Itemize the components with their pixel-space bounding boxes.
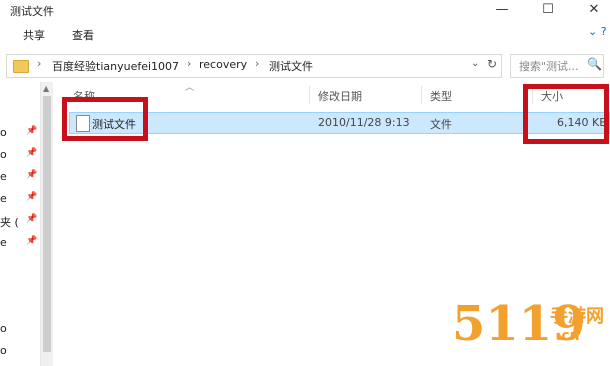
breadcrumb-current[interactable]: 测试文件	[269, 58, 313, 74]
pin-icon: 📌	[26, 214, 38, 224]
nav-item[interactable]: e	[0, 170, 7, 183]
address-row: › 百度经验tianyuefei1007 › recovery › 测试文件 ⌄…	[0, 48, 610, 83]
refresh-icon[interactable]: ↻	[487, 57, 497, 71]
search-placeholder: 搜索"测试...	[519, 60, 579, 73]
breadcrumb-baidu[interactable]: 百度经验tianyuefei1007	[52, 58, 179, 74]
search-icon[interactable]: 🔍	[587, 57, 602, 71]
watermark-text: 手游网	[550, 306, 604, 327]
scroll-thumb[interactable]	[43, 96, 51, 352]
tab-share[interactable]: 共享	[23, 27, 45, 43]
column-header-date[interactable]: 修改日期	[318, 88, 362, 104]
minimize-button[interactable]: —	[480, 0, 524, 22]
breadcrumb-separator[interactable]: ›	[255, 57, 259, 70]
address-bar[interactable]: › 百度经验tianyuefei1007 › recovery › 测试文件 ⌄…	[6, 54, 502, 78]
folder-icon	[13, 60, 29, 73]
file-type: 文件	[430, 118, 452, 131]
breadcrumb-separator[interactable]: ›	[37, 57, 41, 70]
pin-icon: 📌	[26, 236, 38, 246]
close-button[interactable]: ✕	[572, 0, 610, 22]
column-divider[interactable]	[309, 86, 310, 104]
title-bar: 测试文件 — ☐ ✕	[0, 0, 610, 22]
pin-icon: 📌	[26, 170, 38, 180]
nav-item[interactable]: o	[0, 148, 7, 161]
ribbon-expand-help-icon[interactable]: ⌄ ?	[588, 25, 607, 38]
watermark-domain: .cn	[556, 328, 580, 344]
nav-scrollbar[interactable]: ▲	[40, 82, 53, 366]
nav-item[interactable]: o	[0, 344, 7, 357]
annotation-box-name	[62, 97, 148, 141]
window-title: 测试文件	[10, 5, 54, 18]
column-header-type[interactable]: 类型	[430, 88, 452, 104]
nav-item[interactable]: o	[0, 126, 7, 139]
annotation-box-size	[523, 84, 609, 144]
pin-icon: 📌	[26, 148, 38, 158]
sort-arrow-icon: ︿	[185, 83, 195, 93]
scroll-up-icon[interactable]: ▲	[43, 84, 49, 93]
search-input[interactable]: 搜索"测试... 🔍	[510, 54, 604, 78]
ribbon: 共享 查看 ⌄ ?	[0, 22, 610, 49]
pin-icon: 📌	[26, 126, 38, 136]
navigation-pane: o 📌 o 📌 e 📌 e 📌 夹 ( 📌 e 📌 o o	[0, 82, 40, 366]
nav-item[interactable]: 夹 (	[0, 214, 19, 230]
watermark-logo: 5119 手游网 .cn	[452, 296, 610, 366]
address-dropdown-icon[interactable]: ⌄	[471, 58, 479, 69]
column-divider[interactable]	[421, 86, 422, 104]
tab-view[interactable]: 查看	[72, 27, 94, 43]
pin-icon: 📌	[26, 192, 38, 202]
file-date: 2010/11/28 9:13	[318, 116, 410, 129]
breadcrumb-recovery[interactable]: recovery	[199, 58, 247, 71]
breadcrumb-separator[interactable]: ›	[187, 57, 191, 70]
nav-item[interactable]: e	[0, 236, 7, 249]
nav-item[interactable]: o	[0, 322, 7, 335]
maximize-button[interactable]: ☐	[526, 0, 570, 22]
nav-item[interactable]: e	[0, 192, 7, 205]
